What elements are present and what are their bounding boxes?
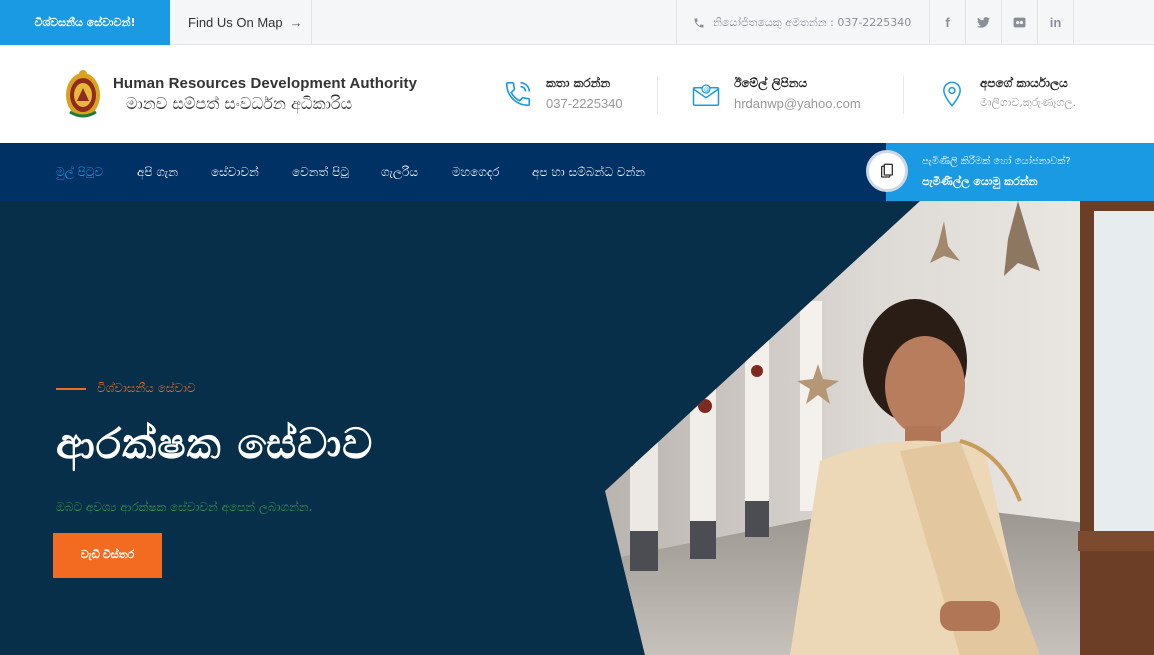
hero-subtitle: ඔබට අවශ්‍ය ආරක්ෂක සේවාවන් අපෙන් ලබාගන්න.: [56, 500, 313, 514]
nav-item-other-pages[interactable]: වෙනත් පිටු: [292, 143, 349, 201]
svg-text:@: @: [704, 87, 710, 93]
facebook-icon[interactable]: f: [930, 0, 966, 45]
hero-title: ආරක්ෂක සේවාව: [56, 419, 374, 468]
phone-small-icon: [694, 18, 704, 27]
document-icon: [866, 150, 908, 192]
complaint-cta-button[interactable]: [886, 143, 1154, 201]
find-us-on-map-link[interactable]: Find Us On Map →: [170, 0, 312, 45]
sri-lanka-emblem-logo[interactable]: [64, 68, 102, 124]
contact-email: @ ඊමේල් ලිපිනය hrdanwp@yahoo.com: [688, 76, 861, 112]
nav-item-services[interactable]: සේවාවන්: [211, 143, 259, 201]
complaint-cta-label: පැමිණිල්ල යොමු කරන්න: [922, 175, 1038, 188]
contact-email-title: ඊමේල් ලිපිනය: [734, 76, 808, 90]
nav-item-contact[interactable]: අප හා සම්බන්ධ වන්න: [532, 143, 645, 201]
top-tagline: විශ්වසනීය සේවාවන්!: [0, 0, 170, 45]
site-header: Human Resources Development Authority මා…: [0, 46, 1154, 143]
nav-item-gallery[interactable]: ගැලරිය: [381, 143, 418, 201]
contact-phone-title: කතා කරන්න: [546, 76, 611, 90]
contact-office-title: අපගේ කාර්යාලය: [980, 76, 1068, 90]
contact-office: අපගේ කාර්යාලය මාලිගාව,කුරුණෑගල.: [934, 76, 1076, 112]
contact-phone: කතා කරන්න 037-2225340: [500, 76, 623, 112]
flickr-icon[interactable]: [1002, 0, 1038, 45]
find-us-on-map-label: Find Us On Map: [188, 15, 283, 30]
contact-email-value[interactable]: hrdanwp@yahoo.com: [734, 96, 861, 111]
phone-icon: [500, 76, 536, 112]
twitter-icon[interactable]: [966, 0, 1002, 45]
nav-item-mahagedara[interactable]: මහගෙදර: [452, 143, 499, 201]
org-name-english: Human Resources Development Authority: [113, 75, 418, 92]
divider: [657, 76, 658, 114]
hero-kicker: විශ්වාසනීය සේවාව: [97, 381, 196, 395]
top-bar: විශ්වසනීය සේවාවන්! Find Us On Map → නියෝ…: [0, 0, 1154, 45]
contact-phone-value[interactable]: 037-2225340: [546, 96, 623, 111]
linkedin-icon[interactable]: in: [1038, 0, 1074, 45]
top-phone-text: නියෝජිතයෙකු අමතන්න : 037-2225340: [713, 15, 912, 29]
org-name-sinhala: මානව සම්පත් සංවර්ධන අධිකාරිය: [126, 94, 353, 113]
contact-office-value: මාලිගාව,කුරුණෑගල.: [980, 96, 1077, 109]
email-icon: @: [688, 76, 724, 112]
arrow-right-icon: →: [289, 15, 303, 30]
hero-section: විශ්වාසනීය සේවාව ආරක්ෂක සේවාව ඔබට අවශ්‍ය…: [0, 201, 1154, 655]
nav-item-home[interactable]: මුල් පිටුව: [56, 143, 103, 201]
complaint-cta-subtitle: පැමිණිලි කිරීමක් හෝ යෝජනාවක්?: [922, 156, 1071, 167]
top-phone-info: නියෝජිතයෙකු අමතන්න : 037-2225340: [676, 0, 930, 45]
divider: [903, 76, 904, 114]
read-more-button[interactable]: වැඩි විස්තර: [53, 533, 162, 578]
location-icon: [934, 76, 970, 112]
hero-accent-line: [56, 388, 86, 390]
nav-item-about[interactable]: අපි ගැන: [137, 143, 178, 201]
